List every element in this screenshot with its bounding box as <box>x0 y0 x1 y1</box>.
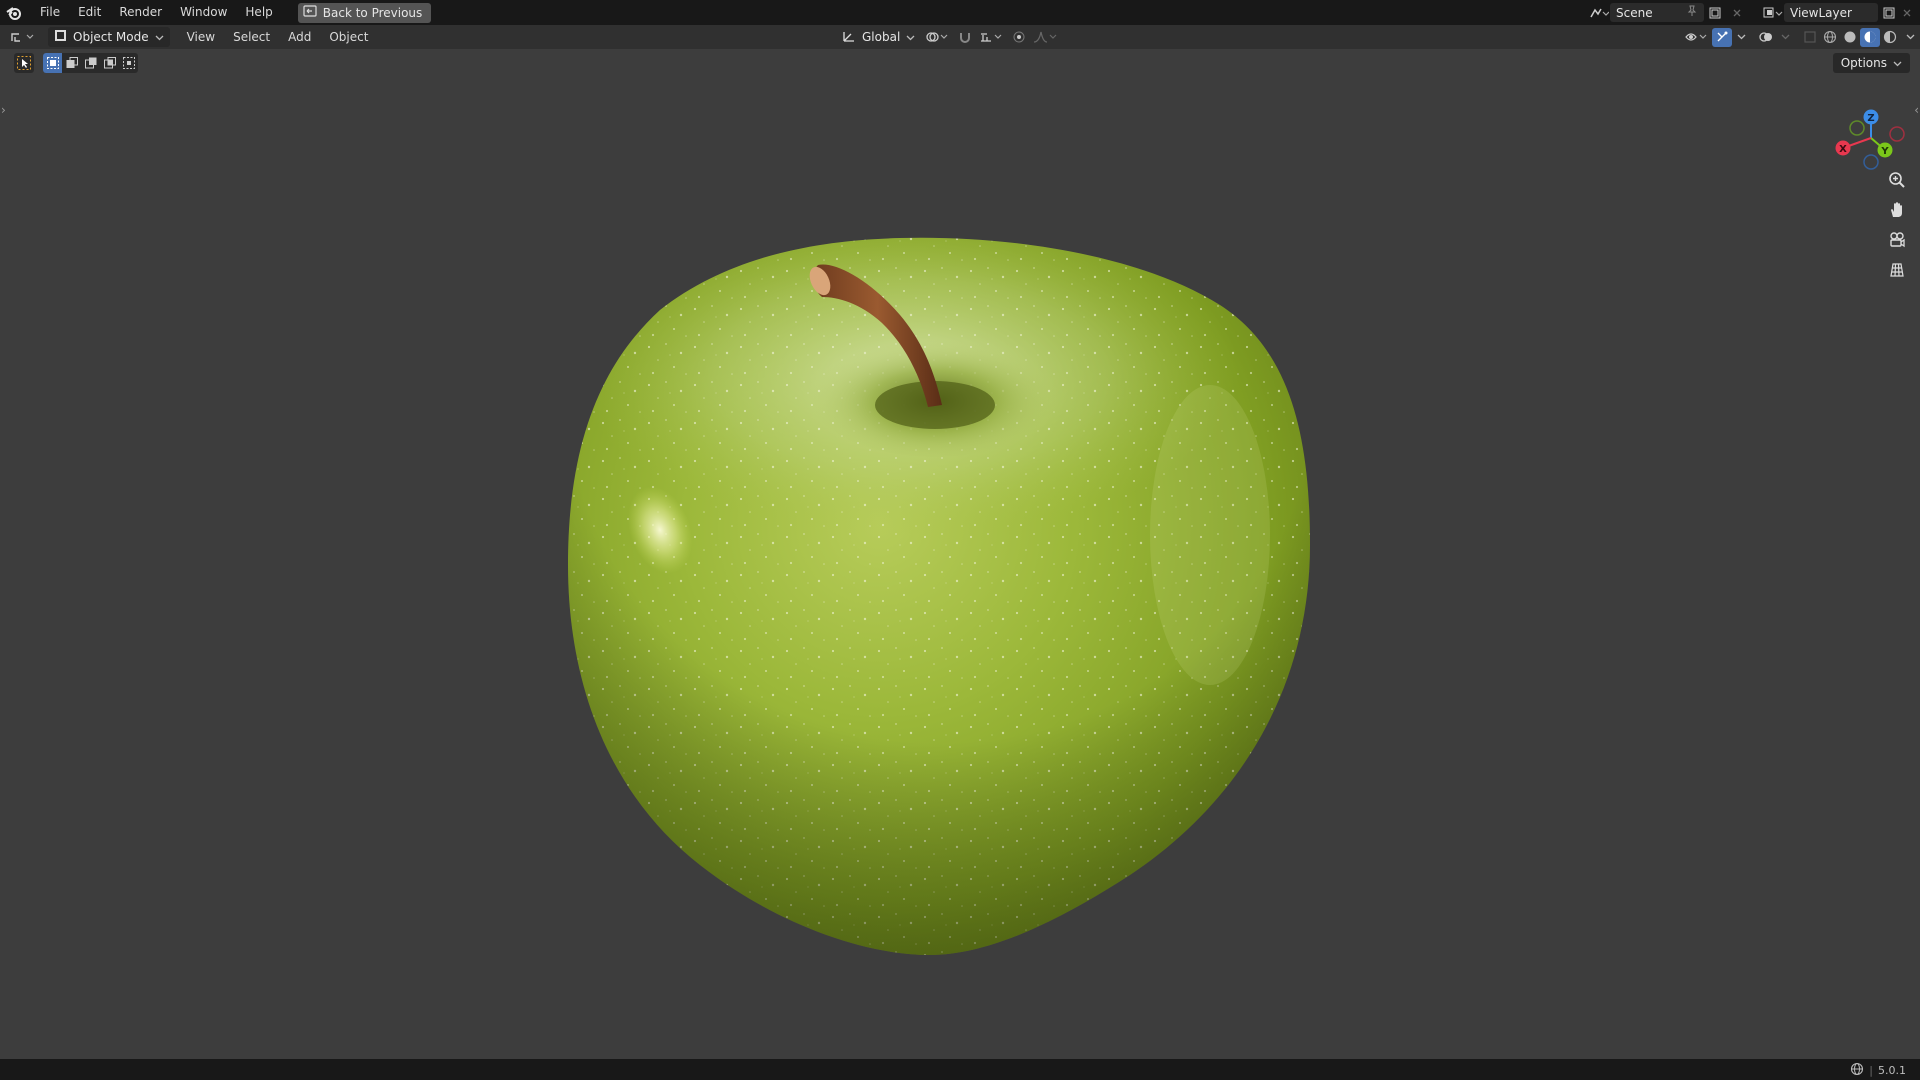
menu-file[interactable]: File <box>31 0 69 25</box>
apple-model[interactable] <box>0 75 1920 1059</box>
scene-browse-icon[interactable] <box>1588 3 1610 22</box>
view-layer-name: ViewLayer <box>1790 5 1852 20</box>
scene-name: Scene <box>1616 5 1653 20</box>
select-extend-icon[interactable] <box>62 53 81 73</box>
menu-object[interactable]: Object <box>320 25 377 49</box>
shading-solid-icon[interactable] <box>1840 28 1860 47</box>
overlays-icon[interactable] <box>1756 28 1776 47</box>
view-layer-browse-icon[interactable] <box>1762 3 1784 22</box>
top-bar: File Edit Render Window Help Back to Pre… <box>0 0 1920 25</box>
menu-window[interactable]: Window <box>171 0 236 25</box>
chevron-down-icon <box>1893 56 1902 70</box>
select-invert-icon[interactable] <box>100 53 119 73</box>
snap-target-icon[interactable] <box>977 28 1007 47</box>
pin-icon[interactable] <box>1686 5 1698 20</box>
chevron-down-icon[interactable] <box>1900 28 1920 47</box>
orientation-dropdown[interactable]: Global <box>836 27 921 47</box>
ortho-grid-icon[interactable] <box>1882 257 1912 283</box>
xray-icon[interactable] <box>1800 28 1820 47</box>
chevron-down-icon[interactable] <box>1776 28 1794 47</box>
close-scene-icon[interactable] <box>1726 3 1748 22</box>
blender-logo-icon[interactable] <box>5 4 23 22</box>
gizmo-z-axis[interactable]: Z <box>1863 109 1879 125</box>
top-right-controls: Scene ViewLayer <box>1588 0 1920 25</box>
proportional-icon[interactable] <box>1009 28 1029 47</box>
gizmo-y-axis[interactable]: Y <box>1877 142 1893 158</box>
select-tool-icon[interactable] <box>14 53 34 73</box>
falloff-icon[interactable] <box>1031 28 1061 47</box>
pivot-icon[interactable] <box>923 28 953 47</box>
back-to-previous-button[interactable]: Back to Previous <box>297 2 432 23</box>
menu-select[interactable]: Select <box>224 25 279 49</box>
transform-tools: Global <box>836 25 1061 49</box>
object-mode-icon <box>54 29 67 45</box>
view-layer-selector: ViewLayer <box>1762 3 1914 22</box>
pan-hand-icon[interactable] <box>1882 197 1912 223</box>
menu-edit[interactable]: Edit <box>69 0 110 25</box>
orientation-label: Global <box>862 30 901 44</box>
orientation-icon <box>842 29 856 46</box>
gizmo-x-label: X <box>1839 144 1847 155</box>
gizmo-x-axis[interactable]: X <box>1835 140 1851 156</box>
scene-selector: Scene <box>1588 3 1748 22</box>
close-view-layer-icon[interactable] <box>1900 3 1914 22</box>
gizmo-neg-z-icon[interactable] <box>1863 154 1879 170</box>
back-screen-icon <box>303 5 317 20</box>
view-layer-name-field[interactable]: ViewLayer <box>1784 3 1878 22</box>
gizmo-y-label: Y <box>1880 146 1889 157</box>
version-number: 5.0.1 <box>1878 1064 1906 1077</box>
status-bar: | 5.0.1 <box>0 1059 1920 1080</box>
shading-material-icon[interactable] <box>1860 27 1880 47</box>
new-view-layer-icon[interactable] <box>1878 3 1900 22</box>
gizmo-neg-x-icon[interactable] <box>1889 126 1905 142</box>
select-subtract-icon[interactable] <box>81 53 100 73</box>
options-dropdown[interactable]: Options <box>1832 53 1910 73</box>
menu-render[interactable]: Render <box>110 0 171 25</box>
3d-viewport[interactable]: › ‹ Z Y X <box>0 75 1920 1059</box>
camera-view-icon[interactable] <box>1882 227 1912 253</box>
network-icon <box>1850 1062 1864 1079</box>
visibility-icon[interactable] <box>1682 28 1712 47</box>
menu-view[interactable]: View <box>178 25 224 49</box>
tool-settings-bar: Options <box>0 49 1920 75</box>
editor-type-icon[interactable] <box>10 27 40 47</box>
select-new-icon[interactable] <box>43 53 62 73</box>
menu-add[interactable]: Add <box>279 25 320 49</box>
scene-name-field[interactable]: Scene <box>1610 3 1704 22</box>
zoom-icon[interactable] <box>1882 167 1912 193</box>
back-to-previous-label: Back to Previous <box>322 5 423 20</box>
new-scene-icon[interactable] <box>1704 3 1726 22</box>
snap-icon[interactable] <box>955 28 975 47</box>
toolbar-expand-icon[interactable]: › <box>1 103 6 117</box>
gizmo-toggle-icon[interactable] <box>1712 27 1732 47</box>
menu-help[interactable]: Help <box>236 0 281 25</box>
version-info: | 5.0.1 <box>1850 1062 1906 1079</box>
options-label: Options <box>1840 56 1887 70</box>
selection-mode-group <box>43 53 138 73</box>
version-separator: | <box>1869 1064 1873 1077</box>
object-mode-dropdown[interactable]: Object Mode <box>48 27 170 47</box>
shading-rendered-icon[interactable] <box>1880 28 1900 47</box>
object-mode-label: Object Mode <box>73 30 149 44</box>
chevron-down-icon <box>906 30 915 44</box>
select-intersect-icon[interactable] <box>119 53 138 73</box>
gizmo-neg-y-icon[interactable] <box>1849 120 1865 136</box>
chevron-down-icon <box>155 30 164 44</box>
shading-wireframe-icon[interactable] <box>1820 28 1840 47</box>
gizmo-z-label: Z <box>1867 113 1874 124</box>
chevron-down-icon[interactable] <box>1732 28 1750 47</box>
viewport-display-controls <box>1682 25 1920 49</box>
viewport-header: Object Mode View Select Add Object Globa… <box>0 25 1920 49</box>
